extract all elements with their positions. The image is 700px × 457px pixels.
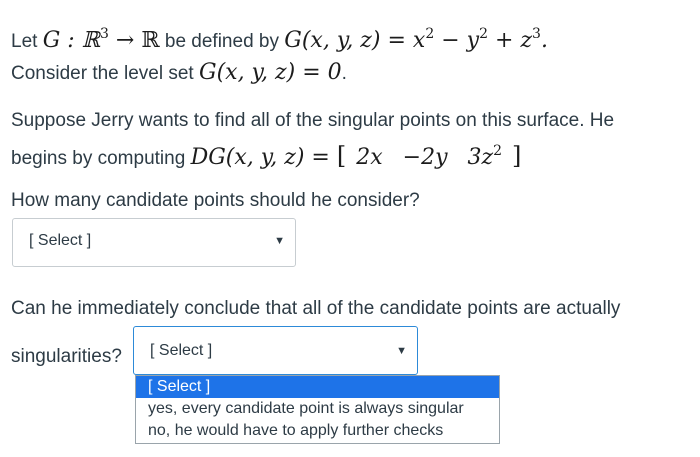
math-G-map: G : ℝ3 → ℝ (42, 26, 160, 53)
text-suppose: Suppose Jerry wants to find all of the s… (11, 110, 615, 131)
question-line-1: Let G : ℝ3 → ℝ be defined by G(x, y, z) … (11, 26, 548, 53)
select-value: [ Select ] (150, 342, 213, 359)
candidate-count-select[interactable]: [ Select ] ▼ (12, 218, 296, 267)
question-line-5: How many candidate points should he cons… (11, 190, 420, 212)
left-bracket: [ (336, 142, 347, 170)
question-line-2: Consider the level set G(x, y, z) = 0. (11, 60, 347, 85)
right-bracket: ] (512, 142, 522, 170)
text-period: . (341, 63, 347, 84)
dropdown-option-no[interactable]: no, he would have to apply further check… (136, 420, 499, 442)
text-consider: Consider the level set (11, 63, 194, 84)
text-how-many: How many candidate points should he cons… (11, 190, 420, 211)
text-can-he: Can he immediately conclude that all of … (11, 298, 621, 319)
text-singularities: singularities? (11, 346, 122, 367)
dropdown-option-yes[interactable]: yes, every candidate point is always sin… (136, 398, 499, 420)
math-DG: DG(x, y, z) = [2x −2y 3z2] (190, 142, 522, 170)
dropdown-option-placeholder[interactable]: [ Select ] (136, 376, 499, 398)
row-vector: [2x −2y 3z2] (337, 142, 522, 170)
text-begins: begins by computing (11, 148, 186, 169)
vector-cell-2: −2y (402, 145, 448, 170)
select-value: [ Select ] (29, 232, 92, 249)
math-G-definition: G(x, y, z) = x2 − y2 + z3. (284, 26, 548, 53)
select-dropdown-list: [ Select ] yes, every candidate point is… (135, 375, 500, 444)
text-let: Let (11, 31, 38, 52)
question-line-6: Can he immediately conclude that all of … (11, 298, 620, 320)
text-defined-by: be defined by (164, 31, 279, 52)
vector-cell-1: 2x (356, 145, 383, 170)
question-line-3: Suppose Jerry wants to find all of the s… (11, 110, 614, 132)
chevron-down-icon: ▼ (396, 345, 407, 357)
singularity-conclusion-select[interactable]: [ Select ] ▼ (133, 326, 418, 375)
vector-cell-3: 3z2 (467, 143, 503, 170)
question-line-4: begins by computing DG(x, y, z) = [2x −2y… (11, 142, 521, 170)
question-line-7: singularities? (11, 346, 122, 368)
math-level-set: G(x, y, z) = 0 (199, 60, 342, 85)
chevron-down-icon: ▼ (274, 235, 285, 247)
